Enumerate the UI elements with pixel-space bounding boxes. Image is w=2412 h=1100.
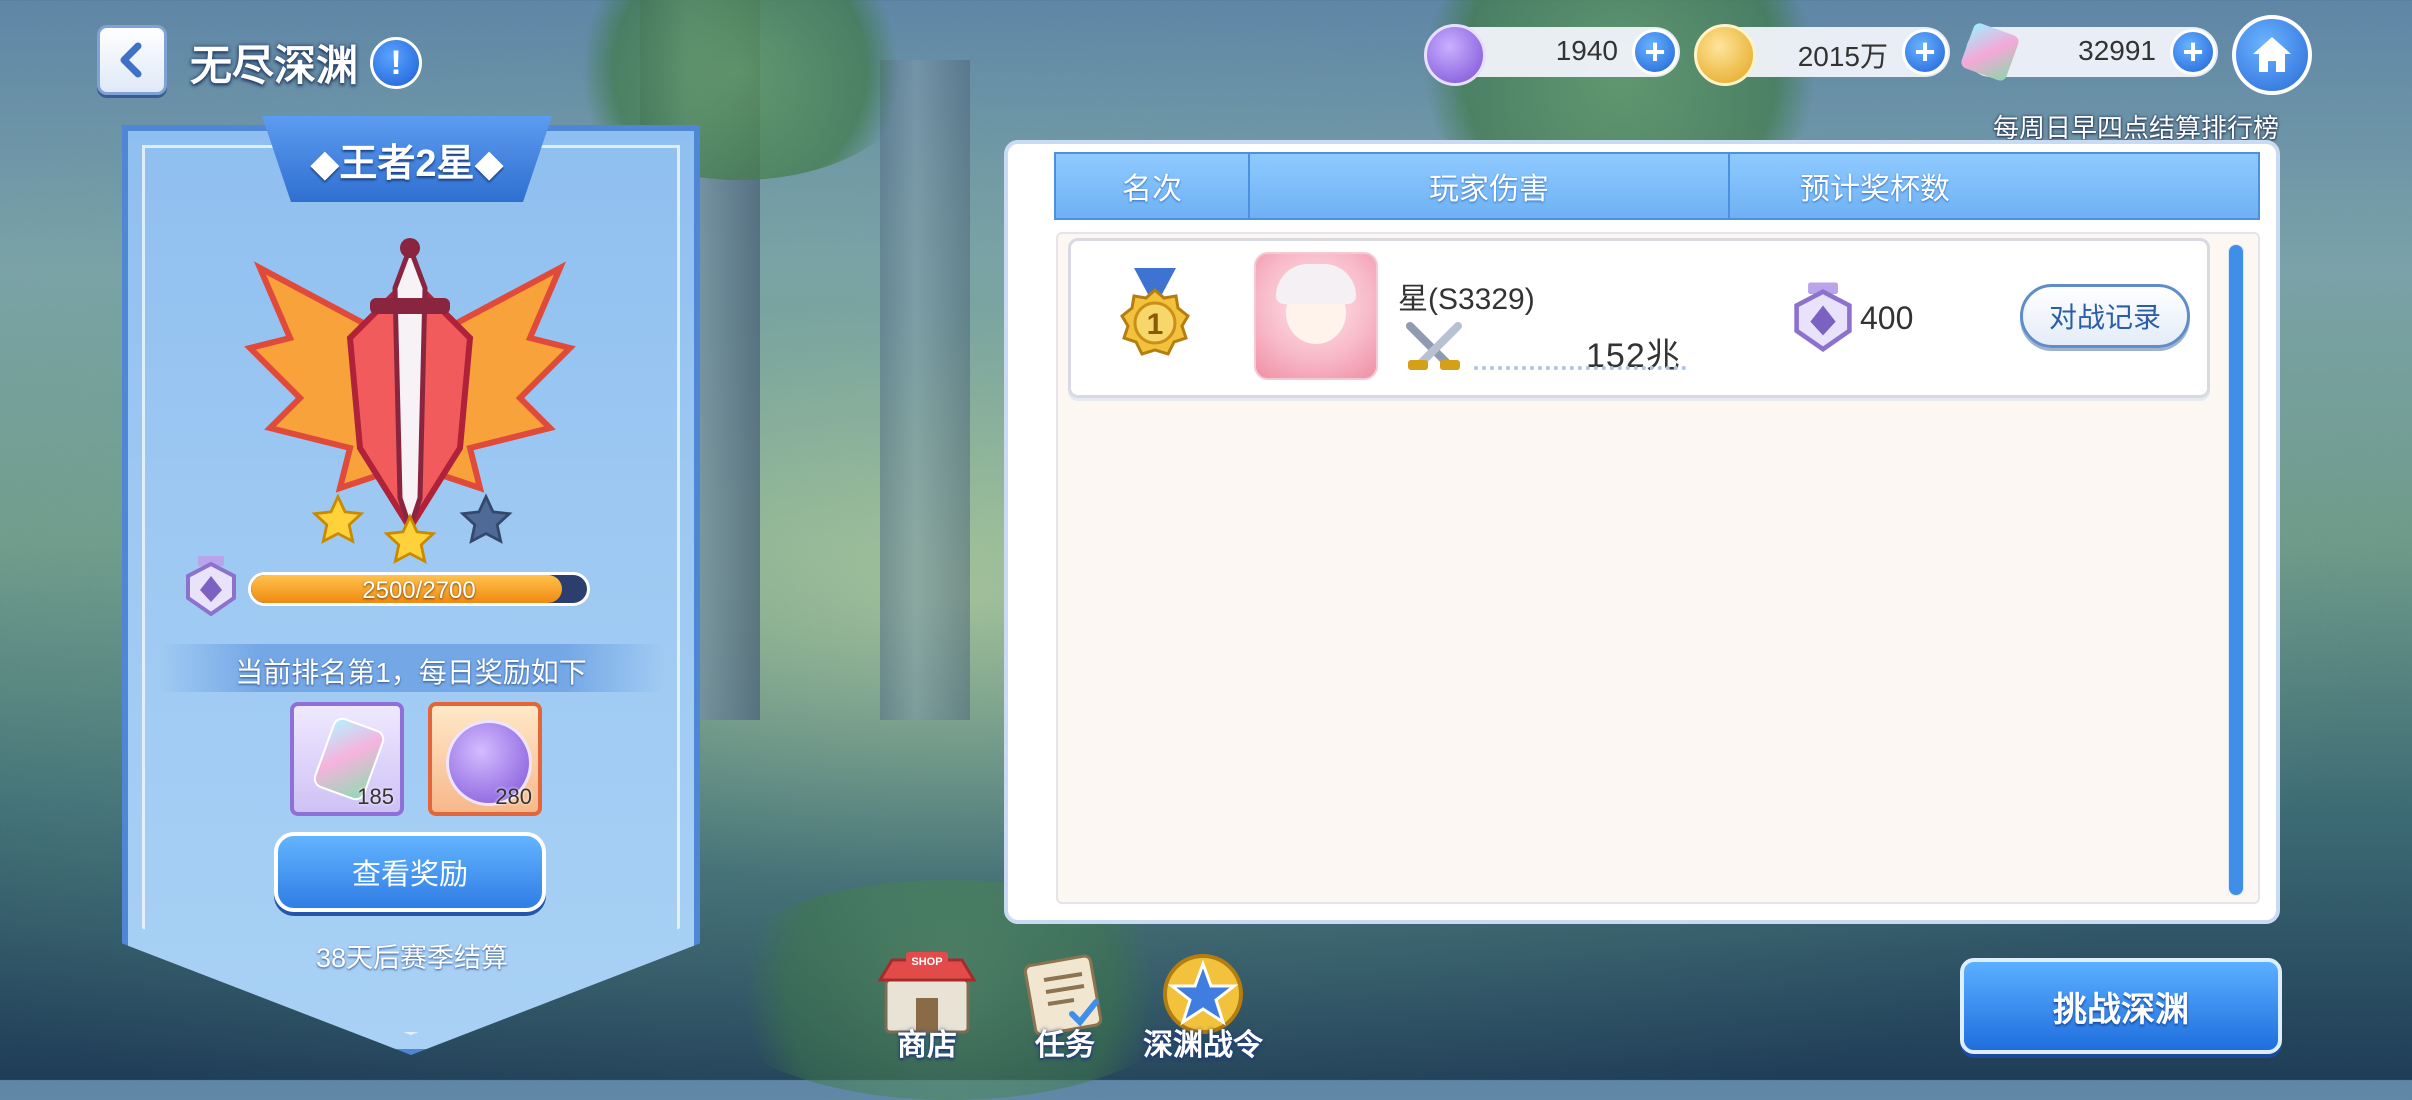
rank-title: ◆王者2星◆ bbox=[262, 116, 552, 202]
expected-cups: 400 bbox=[1860, 300, 1914, 336]
column-rank: 名次 bbox=[1122, 173, 1182, 206]
purple-coin-icon bbox=[1424, 24, 1486, 86]
crystal-icon bbox=[1959, 21, 2021, 83]
leaderboard-header: 名次 玩家伤害 预计奖杯数 bbox=[1054, 152, 2260, 220]
back-button[interactable] bbox=[97, 25, 167, 95]
crossed-swords-icon bbox=[1406, 322, 1462, 370]
rank-progress-bar: 2500/2700 bbox=[248, 572, 590, 606]
reward-count: 185 bbox=[357, 784, 394, 809]
crystal-value: 32991 bbox=[2078, 35, 2156, 66]
daily-reward-text: 当前排名第1，每日奖励如下 bbox=[235, 657, 587, 688]
avatar-hair bbox=[1276, 264, 1356, 304]
gold-coin-icon bbox=[1694, 24, 1756, 86]
nav-shop[interactable]: SHOP 商店 bbox=[872, 950, 982, 1062]
info-icon[interactable]: ! bbox=[370, 37, 422, 89]
gold-coin-value: 2015万 bbox=[1797, 41, 1888, 72]
background-pillar bbox=[880, 60, 970, 720]
shop-badge-text: SHOP bbox=[911, 956, 942, 968]
star-empty-icon bbox=[459, 493, 513, 544]
home-icon bbox=[2253, 37, 2291, 72]
reward-count: 280 bbox=[495, 784, 532, 809]
trophy-badge-icon bbox=[1794, 282, 1852, 352]
star-filled-icon bbox=[311, 493, 365, 544]
reward-item-purple-coin[interactable]: 280 bbox=[428, 702, 542, 816]
column-damage: 玩家伤害 bbox=[1429, 173, 1549, 206]
battle-record-button[interactable]: 对战记录 bbox=[2020, 284, 2190, 348]
challenge-abyss-button[interactable]: 挑战深渊 bbox=[1960, 958, 2282, 1054]
rank-progress-text: 2500/2700 bbox=[362, 577, 476, 604]
star-filled-icon bbox=[383, 513, 437, 564]
nav-label: 深渊战令 bbox=[1143, 1029, 1263, 1062]
page-title: 无尽深渊 bbox=[190, 42, 359, 89]
damage-underline bbox=[1474, 366, 1686, 370]
scrollbar-thumb[interactable] bbox=[2229, 245, 2243, 895]
player-avatar[interactable] bbox=[1254, 252, 1378, 380]
season-countdown: 38天后赛季结算 bbox=[315, 943, 509, 973]
trophy-badge-icon bbox=[186, 556, 236, 617]
home-button[interactable] bbox=[2232, 15, 2312, 95]
add-purple-coin-button[interactable]: + bbox=[1632, 29, 1678, 75]
nav-battle-pass[interactable]: 深渊战令 bbox=[1143, 950, 1263, 1062]
player-name: 星(S3329) bbox=[1398, 283, 1535, 316]
rank-medal-number: 1 bbox=[1147, 308, 1164, 341]
currency-purple-coin: 1940 + bbox=[1424, 24, 1680, 86]
add-gold-coin-button[interactable]: + bbox=[1902, 29, 1948, 75]
chevron-left-icon bbox=[120, 42, 142, 78]
nav-label: 任务 bbox=[1035, 1029, 1095, 1062]
currency-gold-coin: 2015万 + bbox=[1694, 24, 1950, 86]
nav-label: 商店 bbox=[897, 1029, 957, 1062]
column-cups: 预计奖杯数 bbox=[1800, 173, 1950, 206]
currency-crystal: 32991 + bbox=[1959, 21, 2218, 83]
view-reward-button[interactable]: 查看奖励 bbox=[274, 832, 546, 912]
rank-emblem-icon bbox=[244, 238, 576, 536]
purple-coin-value: 1940 bbox=[1555, 35, 1618, 66]
rank-medal-icon: 1 bbox=[1120, 268, 1190, 356]
add-crystal-button[interactable]: + bbox=[2170, 29, 2216, 75]
reward-item-crystal[interactable]: 185 bbox=[290, 702, 404, 816]
nav-task[interactable]: 任务 bbox=[1010, 950, 1120, 1062]
